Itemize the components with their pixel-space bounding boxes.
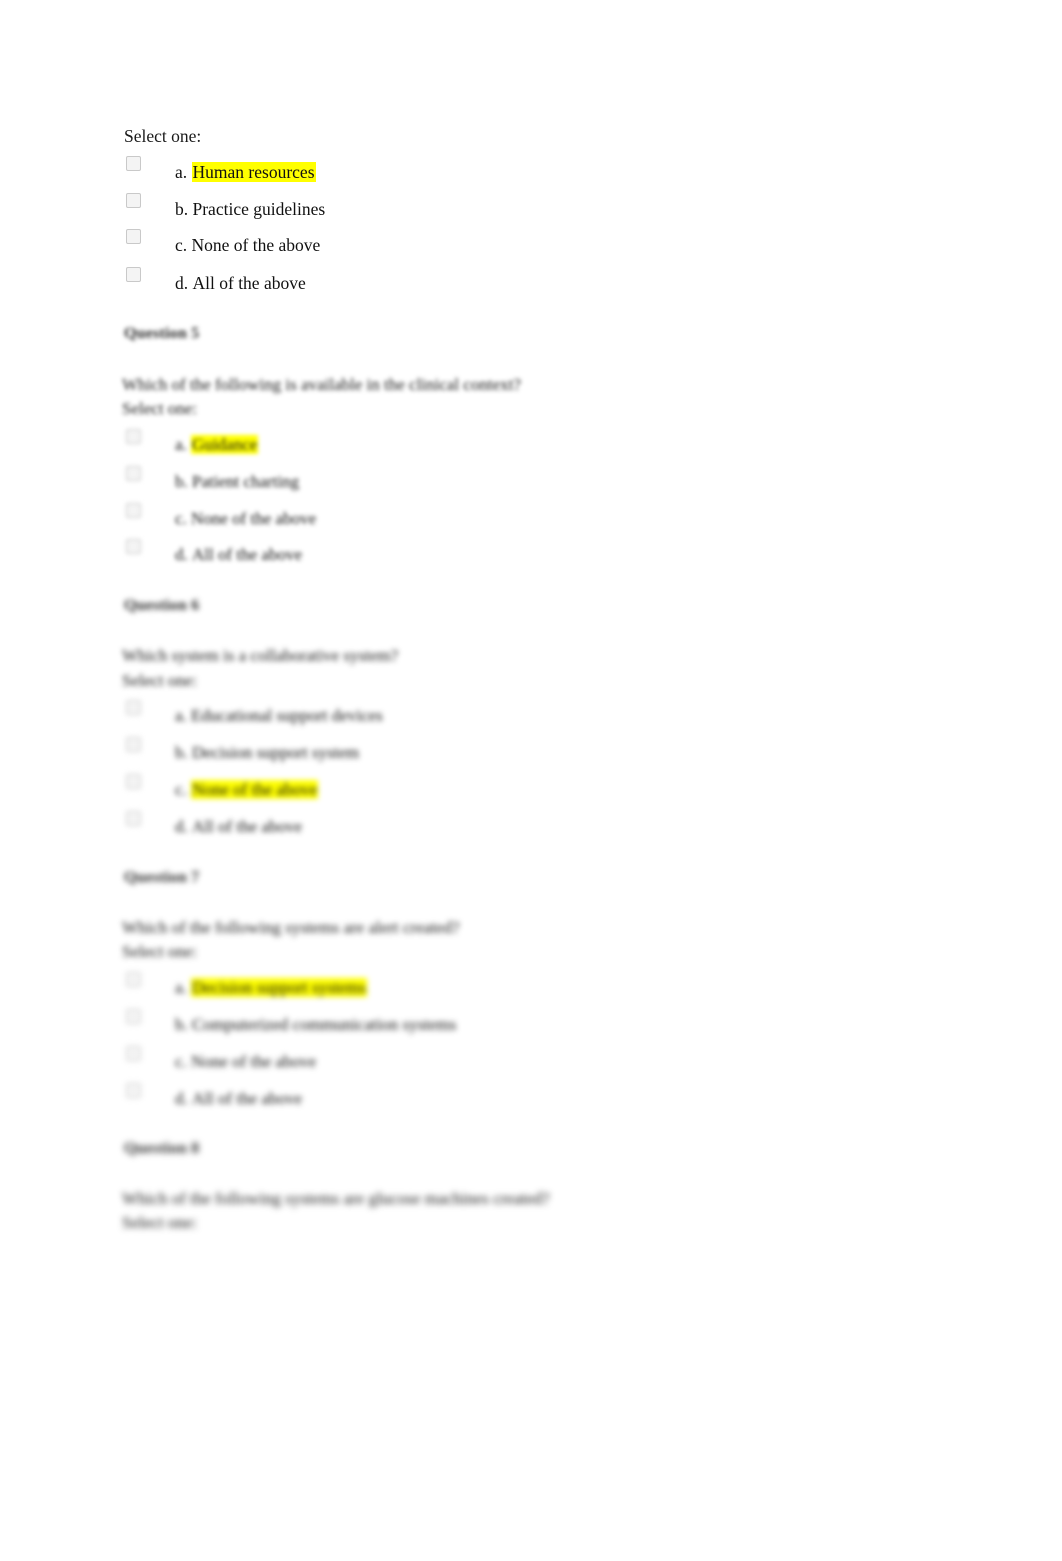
radio-button-4d[interactable] xyxy=(126,1083,141,1098)
radio-button-1b[interactable] xyxy=(126,193,141,208)
radio-button-4b[interactable] xyxy=(126,1009,141,1024)
option-row-4b[interactable]: b. Computerized communication systems xyxy=(126,1009,456,1035)
select-one-prompt-2: Select one: xyxy=(122,399,198,418)
question-text-2: Which of the following is available in t… xyxy=(122,375,521,394)
option-row-1b[interactable]: b. Practice guidelines xyxy=(126,193,325,219)
radio-button-4a[interactable] xyxy=(126,972,141,987)
option-label-3a: a. Educational support devices xyxy=(175,706,383,725)
radio-button-3a[interactable] xyxy=(126,700,141,715)
option-label-3c: c. None of the above xyxy=(175,780,319,799)
option-label-1d: d. All of the above xyxy=(175,273,306,293)
radio-button-1c[interactable] xyxy=(126,229,141,244)
question-text-3: Which system is a collaborative system? xyxy=(122,646,399,665)
document-page: Select one: a. Human resources b. Practi… xyxy=(0,0,1062,1561)
select-one-prompt-1: Select one: xyxy=(124,126,202,146)
option-label-1b: b. Practice guidelines xyxy=(175,199,326,219)
option-label-2d: d. All of the above xyxy=(175,545,302,564)
question-heading-4: Question 7 xyxy=(124,869,200,886)
option-label-4d: d. All of the above xyxy=(175,1089,302,1108)
option-row-2a[interactable]: a. Guidance xyxy=(126,429,259,455)
radio-button-1a[interactable] xyxy=(126,156,141,171)
option-label-3d: d. All of the above xyxy=(175,817,302,836)
radio-button-2b[interactable] xyxy=(126,466,141,481)
option-row-4a[interactable]: a. Decision support systems xyxy=(126,972,367,998)
option-row-2b[interactable]: b. Patient charting xyxy=(126,466,299,492)
question-heading-5: Question 8 xyxy=(124,1140,200,1157)
option-label-4c: c. None of the above xyxy=(175,1052,317,1071)
option-row-4c[interactable]: c. None of the above xyxy=(126,1046,316,1072)
question-text-5: Which of the following systems are gluco… xyxy=(122,1189,550,1208)
question-text-4: Which of the following systems are alert… xyxy=(122,918,460,937)
option-label-1c: c. None of the above xyxy=(175,235,321,255)
option-row-2c[interactable]: c. None of the above xyxy=(126,503,316,529)
option-label-3b: b. Decision support system xyxy=(175,743,360,762)
option-label-1a: a. Human resources xyxy=(175,162,316,182)
option-label-4b: b. Computerized communication systems xyxy=(175,1015,457,1034)
option-row-3c[interactable]: c. None of the above xyxy=(126,774,319,800)
select-one-prompt-5: Select one: xyxy=(122,1213,198,1232)
radio-button-3b[interactable] xyxy=(126,737,141,752)
option-row-3d[interactable]: d. All of the above xyxy=(126,811,302,837)
radio-button-1d[interactable] xyxy=(126,267,141,282)
option-label-2a: a. Guidance xyxy=(175,435,259,454)
option-row-1a[interactable]: a. Human resources xyxy=(126,156,316,182)
option-row-2d[interactable]: d. All of the above xyxy=(126,539,302,565)
option-row-3a[interactable]: a. Educational support devices xyxy=(126,700,383,726)
option-label-4a: a. Decision support systems xyxy=(175,978,367,997)
select-one-prompt-3: Select one: xyxy=(122,671,198,690)
option-label-2b: b. Patient charting xyxy=(175,472,300,491)
option-row-4d[interactable]: d. All of the above xyxy=(126,1083,302,1109)
radio-button-2d[interactable] xyxy=(126,539,141,554)
radio-button-3c[interactable] xyxy=(126,774,141,789)
radio-button-2a[interactable] xyxy=(126,429,141,444)
option-label-2c: c. None of the above xyxy=(175,509,317,528)
option-row-1d[interactable]: d. All of the above xyxy=(126,267,306,293)
radio-button-4c[interactable] xyxy=(126,1046,141,1061)
radio-button-2c[interactable] xyxy=(126,503,141,518)
select-one-prompt-4: Select one: xyxy=(122,942,198,961)
radio-button-3d[interactable] xyxy=(126,811,141,826)
option-row-1c[interactable]: c. None of the above xyxy=(126,229,320,255)
question-heading-3: Question 6 xyxy=(124,597,200,614)
option-row-3b[interactable]: b. Decision support system xyxy=(126,737,359,763)
question-heading-2: Question 5 xyxy=(124,325,200,342)
